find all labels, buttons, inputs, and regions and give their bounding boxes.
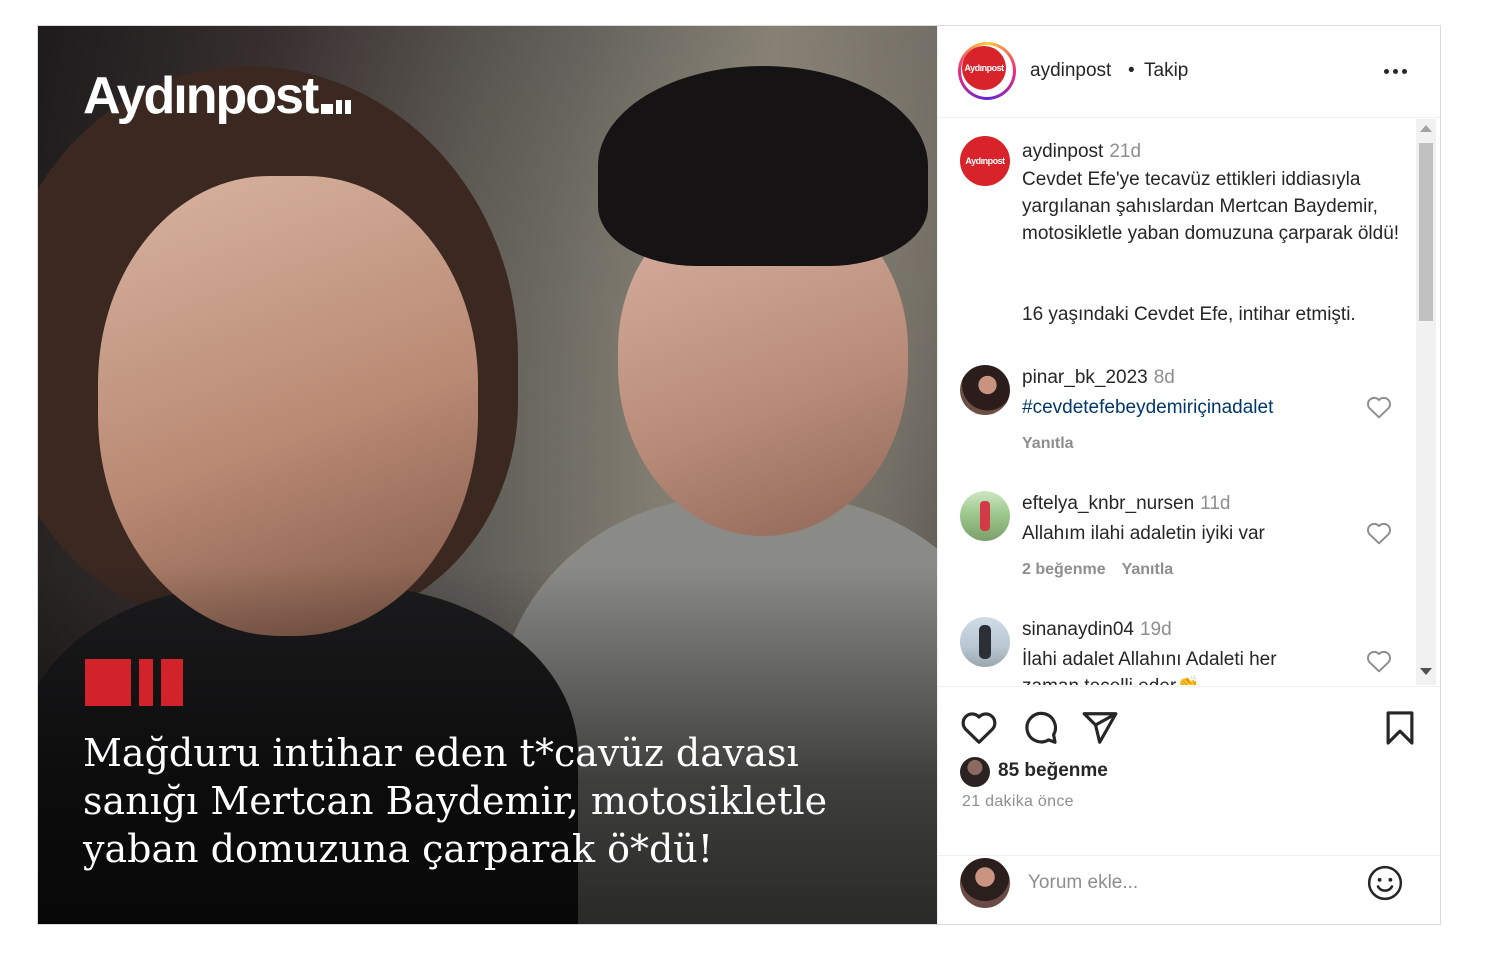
comment-time: 19d	[1139, 619, 1172, 640]
comment-avatar[interactable]	[960, 365, 1010, 415]
heart-icon[interactable]	[960, 709, 998, 747]
comment-meta: 2 beğenme Yanıtla	[1022, 561, 1173, 579]
instagram-post: Aydınpost Mağduru intihar eden t*cavüz d…	[37, 25, 1441, 925]
reply-button[interactable]: Yanıtla	[1022, 435, 1074, 452]
image-headline: Mağduru intihar eden t*cavüz davası sanı…	[83, 731, 828, 871]
brand-logo: Aydınpost	[83, 66, 352, 126]
comment-username[interactable]: eftelya_knbr_nursen	[1022, 493, 1194, 514]
add-comment-row	[938, 855, 1440, 924]
comment-likes[interactable]: 2 beğenme	[1022, 561, 1106, 578]
reply-button[interactable]: Yanıtla	[1122, 561, 1174, 578]
header-username[interactable]: aydinpost	[1030, 60, 1111, 82]
post-header: Aydınpost aydinpost • Takip	[938, 26, 1440, 118]
comment-item: pinar_bk_2023 8d #cevdetefebeydemiriçinad…	[938, 365, 1408, 467]
heart-small-icon[interactable]	[1366, 395, 1392, 419]
caption-avatar[interactable]: Aydınpost	[960, 136, 1010, 186]
brand-red-bars	[85, 659, 183, 706]
brand-logo-text: Aydınpost	[83, 67, 319, 125]
post-actions: 85 beğenme 21 dakika önce	[938, 686, 1440, 924]
story-ring[interactable]: Aydınpost	[958, 42, 1016, 100]
comments-list[interactable]: Aydınpost aydinpost 21d Cevdet Efe'ye tec…	[938, 119, 1440, 685]
comment-item: sinanaydin04 19d İlahi adalet Allahını Ad…	[938, 617, 1408, 685]
more-icon[interactable]	[1384, 59, 1412, 83]
heart-small-icon[interactable]	[1366, 521, 1392, 545]
caption-header: aydinpost 21d	[1022, 141, 1141, 163]
share-icon[interactable]	[1081, 709, 1119, 747]
caption-text-second: 16 yaşındaki Cevdet Efe, intihar etmişti…	[1022, 304, 1356, 325]
comments-scrollbar[interactable]	[1416, 119, 1436, 685]
comment-icon[interactable]	[1021, 709, 1059, 747]
scroll-down-arrow-icon[interactable]	[1420, 668, 1432, 675]
comment-item: eftelya_knbr_nursen 11d Allahım ilahi ada…	[938, 491, 1408, 593]
comment-time: 8d	[1153, 367, 1175, 388]
follow-button[interactable]: Takip	[1144, 60, 1188, 82]
comment-avatar[interactable]	[960, 491, 1010, 541]
caption-text: Cevdet Efe'ye tecavüz ettikleri iddiasıy…	[1022, 169, 1400, 244]
likes-avatar	[960, 757, 990, 787]
post-image[interactable]: Aydınpost Mağduru intihar eden t*cavüz d…	[38, 26, 937, 924]
comment-header: sinanaydin04 19d	[1022, 619, 1172, 641]
comment-meta: Yanıtla	[1022, 435, 1074, 453]
caption-time: 21d	[1109, 141, 1142, 162]
emoji-icon[interactable]	[1366, 864, 1404, 902]
caption-username[interactable]: aydinpost	[1022, 141, 1103, 162]
comment-hashtag[interactable]: #cevdetefebeydemiriçinadalet	[1022, 394, 1402, 421]
header-separator: •	[1128, 60, 1135, 81]
comment-text: Allahım ilahi adaletin iyiki var	[1022, 523, 1265, 544]
comment-username[interactable]: sinanaydin04	[1022, 619, 1134, 640]
profile-avatar: Aydınpost	[962, 46, 1006, 90]
bookmark-icon[interactable]	[1381, 709, 1419, 747]
scroll-up-arrow-icon[interactable]	[1420, 125, 1432, 132]
scrollbar-thumb[interactable]	[1419, 143, 1433, 321]
post-time: 21 dakika önce	[962, 793, 1074, 810]
current-user-avatar	[960, 858, 1010, 908]
comment-avatar[interactable]	[960, 617, 1010, 667]
likes-count[interactable]: 85 beğenme	[998, 760, 1108, 782]
brand-logo-bars	[321, 100, 352, 114]
post-side-panel: Aydınpost aydinpost • Takip Aydınpost ay…	[937, 26, 1440, 924]
heart-small-icon[interactable]	[1366, 649, 1392, 673]
comment-text: İlahi adalet Allahını Adaleti her zaman …	[1022, 649, 1277, 685]
comment-header: pinar_bk_2023 8d	[1022, 367, 1175, 389]
person-right-hair	[598, 66, 928, 266]
comment-input[interactable]	[1028, 868, 1328, 898]
comment-username[interactable]: pinar_bk_2023	[1022, 367, 1148, 388]
comment-header: eftelya_knbr_nursen 11d	[1022, 493, 1230, 515]
caption: Aydınpost aydinpost 21d Cevdet Efe'ye tec…	[938, 119, 1408, 349]
comment-time: 11d	[1200, 493, 1231, 514]
